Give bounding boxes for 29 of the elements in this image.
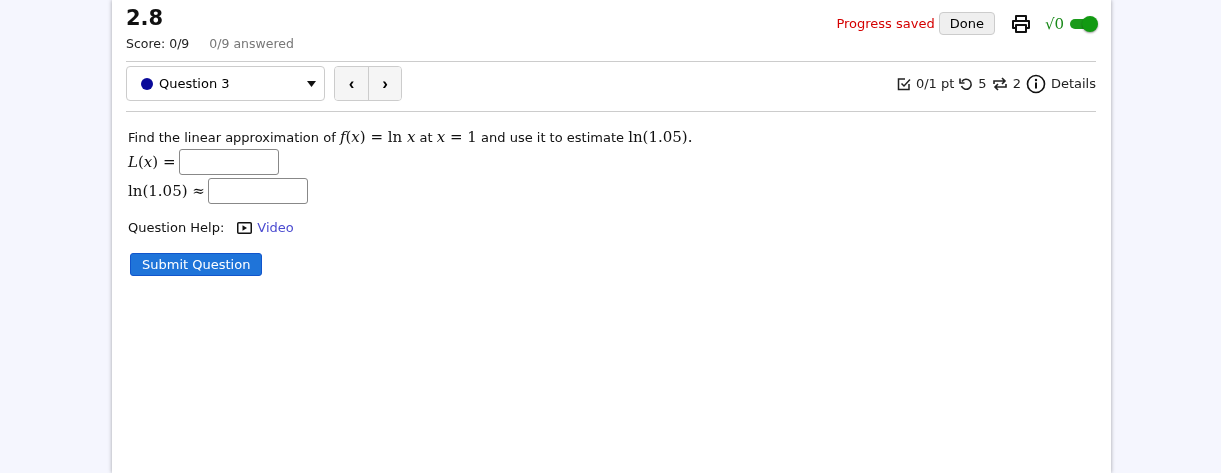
checkbox-icon xyxy=(896,76,911,91)
answer-label: ln(1.05) ≈ xyxy=(128,182,205,200)
details-link[interactable]: Details xyxy=(1050,76,1096,91)
help-label: Question Help: xyxy=(128,220,225,235)
answer-field[interactable] xyxy=(178,149,279,175)
print-icon[interactable] xyxy=(1010,13,1031,34)
video-icon xyxy=(237,221,253,234)
score-text: Score: 0/9 xyxy=(126,36,190,51)
previous-button[interactable]: ‹ xyxy=(335,67,368,100)
answer-field[interactable] xyxy=(207,178,308,204)
toggle-switch[interactable] xyxy=(1070,18,1096,29)
answered-count: 0/9 answered xyxy=(209,36,294,51)
done-button[interactable]: Done xyxy=(938,12,995,35)
caret-icon xyxy=(307,80,316,87)
next-button[interactable]: › xyxy=(368,67,401,100)
question-dropdown[interactable]: Question 3 xyxy=(126,66,325,101)
answer-label: L(x) = xyxy=(128,153,176,171)
question-text: Find the linear approximation of f(x) = ln x at x = 1 and use it to estimate ln(1.05). xyxy=(128,128,694,146)
page-title: 2.8 xyxy=(126,6,165,30)
undo-icon xyxy=(959,76,974,91)
retries-count: 2 xyxy=(1012,76,1021,91)
attempts-count: 5 xyxy=(978,76,987,91)
math-toggle-label: √0 xyxy=(1044,14,1064,33)
submit-button[interactable]: Submit Question xyxy=(130,253,263,276)
repeat-icon xyxy=(991,76,1008,91)
video-link[interactable]: Video xyxy=(257,220,294,235)
progress-status: Progress saved xyxy=(836,16,935,31)
points-text: 0/1 pt xyxy=(915,76,955,91)
info-icon[interactable] xyxy=(1025,73,1046,94)
